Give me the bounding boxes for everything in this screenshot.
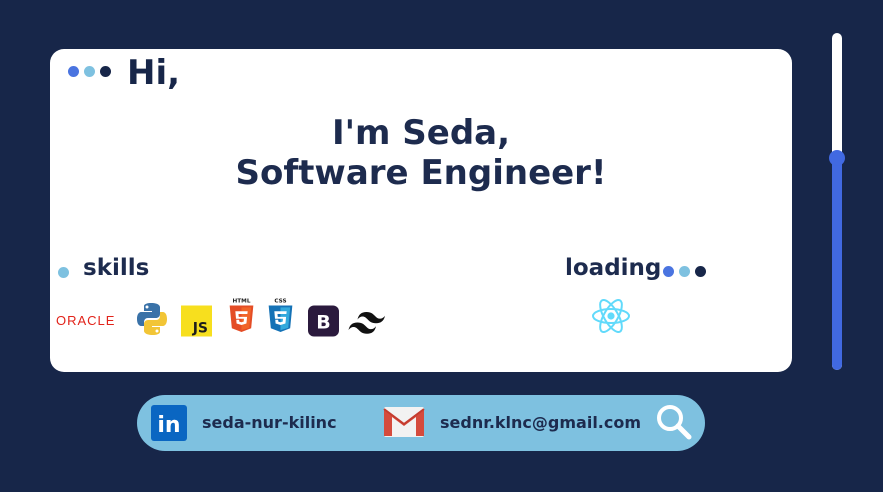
loading-dots (663, 266, 706, 277)
gmail-icon[interactable] (383, 406, 425, 438)
scrollbar-thumb[interactable] (829, 150, 845, 166)
tailwind-logo (348, 312, 385, 334)
linkedin-link[interactable]: seda-nur-kilinc (202, 413, 337, 432)
linkedin-icon-text: in (157, 413, 180, 438)
dot-blue (663, 266, 674, 277)
headline-line-2: Software Engineer! (235, 153, 607, 193)
oracle-logo: ORACLE (56, 313, 116, 328)
react-logo (592, 299, 630, 333)
javascript-logo: JS (181, 305, 212, 337)
scrollbar-fill (832, 158, 842, 370)
email-link[interactable]: sednr.klnc@gmail.com (440, 413, 641, 432)
dot-navy (695, 266, 706, 277)
headline-line-1: I'm Seda, (331, 113, 511, 153)
bootstrap-label: B (316, 312, 330, 334)
html5-logo: HTML (229, 299, 254, 333)
css3-logo: CSS (268, 299, 293, 333)
greeting: Hi, (127, 53, 181, 93)
intro-card: Hi, I'm Seda, Software Engineer! skills … (50, 49, 792, 372)
loading-title: loading (565, 255, 662, 281)
dot-navy (100, 66, 111, 77)
linkedin-icon[interactable]: in (151, 405, 187, 441)
contact-bar: in seda-nur-kilinc sednr.klnc@gmail.com (137, 395, 705, 451)
css-label: CSS (274, 299, 286, 305)
dot-lightblue (84, 66, 95, 77)
html-label: HTML (233, 299, 251, 305)
dot-lightblue (679, 266, 690, 277)
window-dots (68, 66, 111, 77)
python-logo (137, 303, 167, 335)
bootstrap-logo: B (308, 305, 339, 337)
headline: I'm Seda, Software Engineer! (50, 113, 792, 193)
search-icon[interactable] (655, 403, 693, 441)
js-label: JS (192, 321, 208, 337)
dot-blue (68, 66, 79, 77)
skills-title: skills (83, 255, 150, 281)
scrollbar[interactable] (829, 33, 845, 370)
skills-bullet (58, 267, 69, 278)
